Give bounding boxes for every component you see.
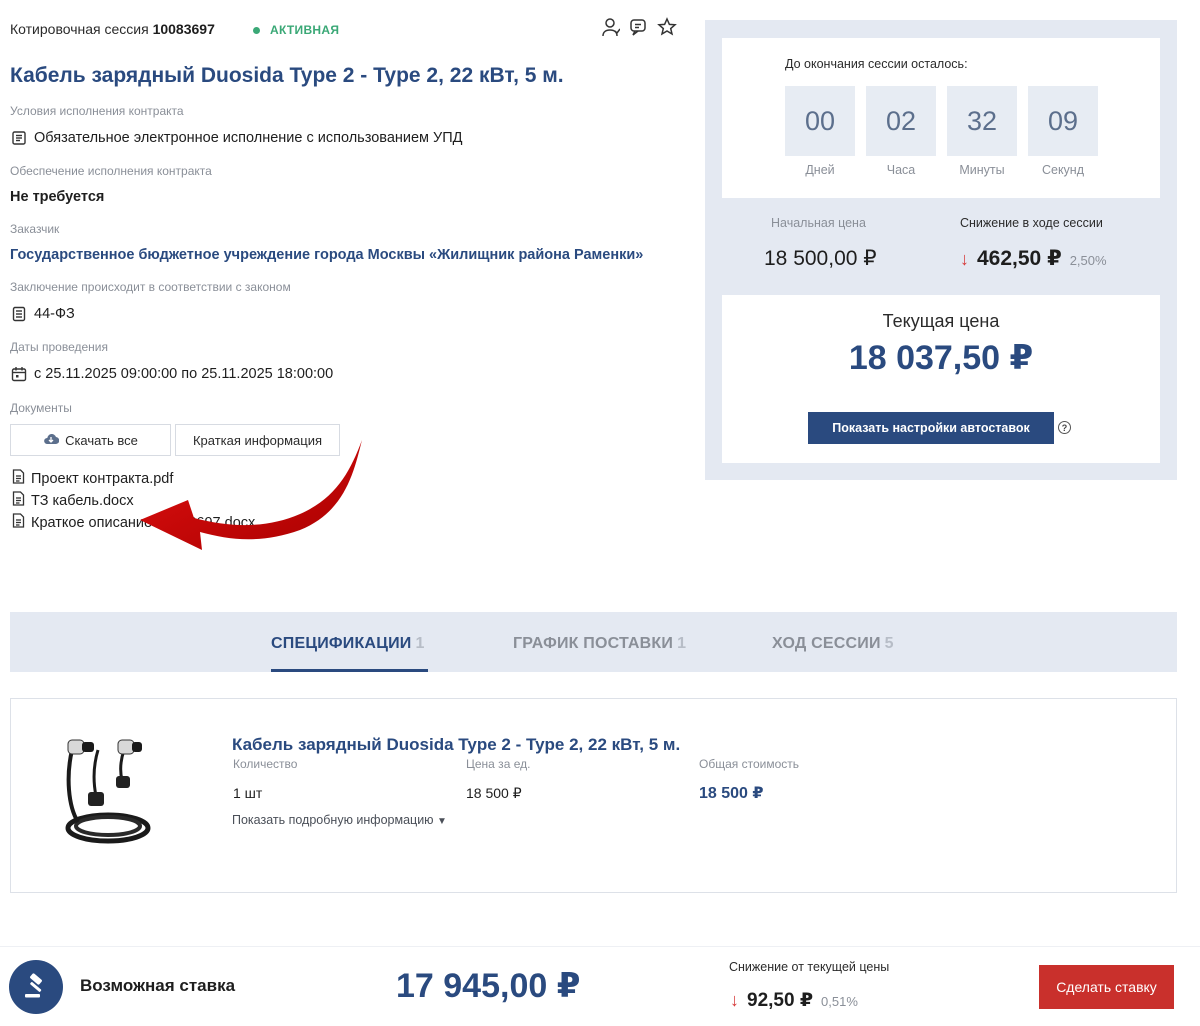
start-price: 18 500,00 ₽ (764, 247, 877, 270)
user-icon[interactable] (600, 16, 622, 38)
file-icon (12, 469, 25, 488)
session-header: Котировочная сессия 10083697 (10, 21, 215, 37)
session-decrease: ↓ 462,50 ₽ 2,50% (960, 246, 1107, 271)
status-dot-icon (253, 26, 260, 34)
timer-days: 00 (785, 86, 855, 156)
active-tab-indicator (271, 669, 428, 672)
file-icon (12, 513, 25, 532)
current-price-label: Текущая цена (882, 311, 1000, 331)
decrease-percent: 2,50% (1069, 253, 1107, 268)
show-details-link[interactable]: Показать подробную информацию ▼ (232, 813, 447, 827)
download-all-label: Скачать все (65, 432, 138, 448)
tab-count: 1 (415, 635, 425, 652)
chevron-down-icon: ▼ (437, 816, 447, 827)
tab-specifications[interactable]: СПЕЦИФИКАЦИИ 1 (271, 635, 425, 653)
session-number: 10083697 (152, 21, 215, 37)
contract-terms-text: Обязательное электронное исполнение с ис… (34, 130, 463, 146)
product-image (65, 739, 151, 844)
decrease-label: Снижение в ходе сессии (960, 216, 1103, 230)
total-label: Общая стоимость (699, 757, 799, 771)
page-title: Кабель зарядный Duosida Type 2 - Type 2,… (10, 64, 564, 87)
red-arrow-annotation (140, 440, 362, 550)
security-label: Обеспечение исполнения контракта (10, 164, 212, 178)
product-card (10, 698, 1177, 893)
status-text: АКТИВНАЯ (270, 23, 340, 37)
unit-price-label: Цена за ед. (466, 757, 531, 771)
decrease-from-current-value: 92,50 ₽ (747, 990, 814, 1011)
customer-link[interactable]: Государственное бюджетное учреждение гор… (10, 247, 643, 263)
decrease-from-current: ↓ 92,50 ₽ 0,51% (730, 989, 858, 1012)
start-price-label: Начальная цена (771, 216, 866, 230)
tab-label: СПЕЦИФИКАЦИИ (271, 635, 412, 652)
timer-caption: До окончания сессии осталось: (785, 57, 968, 71)
timer-seconds: 09 (1028, 86, 1098, 156)
file-icon (12, 491, 25, 510)
tab-count: 5 (884, 635, 894, 652)
arrow-down-icon: ↓ (730, 990, 739, 1010)
timer-minutes: 32 (947, 86, 1017, 156)
dates-value: с 25.11.2025 09:00:00 по 25.11.2025 18:0… (10, 365, 333, 383)
session-prefix: Котировочная сессия (10, 21, 149, 37)
decrease-from-current-percent: 0,51% (821, 994, 858, 1009)
show-details-label: Показать подробную информацию (232, 813, 434, 827)
possible-bid-label: Возможная ставка (80, 976, 236, 995)
chat-icon[interactable] (628, 16, 650, 38)
decrease-from-current-label: Снижение от текущей цены (729, 960, 890, 974)
arrow-down-icon: ↓ (960, 249, 969, 269)
timer-minutes-label: Минуты (959, 163, 1005, 177)
law-value: 44-ФЗ (10, 305, 75, 323)
law-label: Заключение происходит в соответствии с з… (10, 280, 291, 294)
possible-bid-value: 17 945,00 ₽ (396, 967, 581, 1005)
tab-label: ХОД СЕССИИ (772, 635, 881, 652)
document-file-link[interactable]: ТЗ кабель.docx (12, 491, 134, 510)
calendar-icon (10, 365, 28, 383)
header-actions (600, 16, 678, 38)
autobid-settings-button[interactable]: Показать настройки автоставок (808, 412, 1054, 444)
help-icon[interactable]: ? (1058, 421, 1071, 434)
tab-count: 1 (677, 635, 687, 652)
qty-value: 1 шт (233, 785, 263, 801)
contract-terms-value: Обязательное электронное исполнение с ис… (10, 129, 463, 147)
customer-label: Заказчик (10, 222, 60, 236)
security-value: Не требуется (10, 189, 105, 205)
timer-hours-label: Часа (886, 163, 916, 177)
tab-delivery-schedule[interactable]: ГРАФИК ПОСТАВКИ 1 (513, 635, 686, 653)
timer-seconds-label: Секунд (1041, 163, 1085, 177)
unit-price-value: 18 500 ₽ (466, 785, 522, 801)
current-price: 18 037,50 ₽ (848, 339, 1034, 377)
decrease-value: 462,50 ₽ (977, 247, 1062, 270)
file-name: ТЗ кабель.docx (31, 492, 134, 509)
qty-label: Количество (233, 757, 298, 771)
dates-label: Даты проведения (10, 340, 108, 354)
tab-label: ГРАФИК ПОСТАВКИ (513, 635, 674, 652)
product-title-link[interactable]: Кабель зарядный Duosida Type 2 - Type 2,… (232, 735, 680, 755)
list-icon (10, 305, 28, 323)
documents-label: Документы (10, 401, 72, 415)
document-list-icon (10, 129, 28, 147)
dates-text: с 25.11.2025 09:00:00 по 25.11.2025 18:0… (34, 366, 334, 382)
timer-hours: 02 (866, 86, 936, 156)
gavel-icon (9, 960, 63, 1014)
tab-session-progress[interactable]: ХОД СЕССИИ 5 (772, 635, 894, 653)
cloud-download-icon (43, 432, 60, 448)
total-value: 18 500 ₽ (699, 785, 764, 802)
star-icon[interactable] (656, 16, 678, 38)
make-bid-button[interactable]: Сделать ставку (1039, 965, 1174, 1009)
timer-days-label: Дней (805, 163, 835, 177)
contract-terms-label: Условия исполнения контракта (10, 104, 184, 118)
law-text: 44-ФЗ (34, 306, 75, 322)
status-badge: АКТИВНАЯ (253, 23, 339, 37)
